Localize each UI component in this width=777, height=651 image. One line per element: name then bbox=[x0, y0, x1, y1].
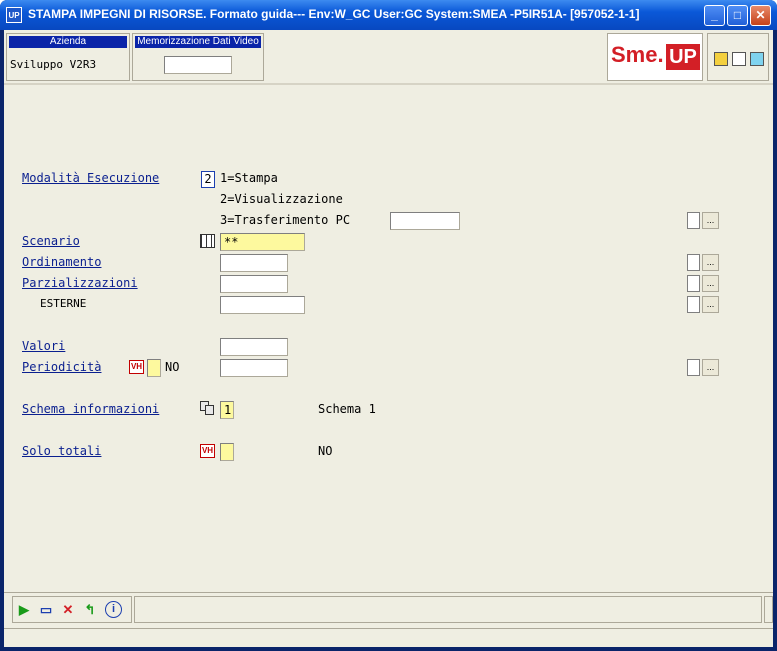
client-area bbox=[4, 30, 773, 647]
book-icon[interactable] bbox=[750, 52, 764, 66]
scenario-label[interactable]: Scenario bbox=[22, 234, 80, 248]
toolbar-icons bbox=[707, 33, 769, 81]
confirm-icon[interactable]: ▶ bbox=[15, 601, 33, 619]
esterne-checkbox[interactable] bbox=[687, 296, 700, 313]
ordinamento-label[interactable]: Ordinamento bbox=[22, 255, 101, 269]
azienda-label: Azienda bbox=[9, 36, 127, 48]
status-panel bbox=[134, 596, 762, 623]
parzializzazioni-checkbox[interactable] bbox=[687, 275, 700, 292]
esterne-label: ESTERNE bbox=[40, 297, 87, 310]
trasferimento-input[interactable] bbox=[390, 212, 460, 230]
grid-icon[interactable] bbox=[200, 234, 215, 248]
valori-label[interactable]: Valori bbox=[22, 339, 65, 353]
trasferimento-browse-button[interactable]: ... bbox=[702, 212, 719, 229]
maximize-button[interactable]: □ bbox=[727, 5, 748, 26]
edit-icon[interactable]: ▭ bbox=[37, 601, 55, 619]
copy-icon[interactable] bbox=[200, 401, 215, 415]
memo-input[interactable] bbox=[164, 56, 232, 74]
back-icon[interactable]: ↰ bbox=[81, 601, 99, 619]
ordinamento-input[interactable] bbox=[220, 254, 288, 272]
azienda-value: Sviluppo V2R3 bbox=[10, 58, 97, 71]
cancel-icon[interactable]: ✕ bbox=[59, 601, 77, 619]
periodicita-checkbox[interactable] bbox=[687, 359, 700, 376]
bottom-toolbar: ▶ ▭ ✕ ↰ i bbox=[4, 592, 773, 625]
action-buttons: ▶ ▭ ✕ ↰ i bbox=[12, 596, 132, 623]
header-divider bbox=[4, 83, 773, 85]
status-panel-small bbox=[764, 596, 773, 623]
ordinamento-browse-button[interactable]: ... bbox=[702, 254, 719, 271]
parzializzazioni-browse-button[interactable]: ... bbox=[702, 275, 719, 292]
option-trasferimento: 3=Trasferimento PC bbox=[220, 213, 351, 227]
schema-description: Schema 1 bbox=[318, 402, 376, 416]
memo-label: Memorizzazione Dati Video bbox=[135, 36, 261, 48]
valori-input[interactable] bbox=[220, 338, 288, 356]
schema-input[interactable]: 1 bbox=[220, 401, 234, 419]
solo-totali-flag[interactable] bbox=[220, 443, 234, 461]
ordinamento-checkbox[interactable] bbox=[687, 254, 700, 271]
scenario-input[interactable]: ** bbox=[220, 233, 305, 251]
vh-icon-2[interactable]: VH bbox=[200, 444, 215, 458]
parzializzazioni-input[interactable] bbox=[220, 275, 288, 293]
monitor-icon[interactable] bbox=[714, 52, 728, 66]
trasferimento-checkbox[interactable] bbox=[687, 212, 700, 229]
schema-label[interactable]: Schema informazioni bbox=[22, 402, 159, 416]
memo-panel: Memorizzazione Dati Video bbox=[132, 33, 264, 81]
close-button[interactable]: ✕ bbox=[750, 5, 771, 26]
document-icon[interactable] bbox=[732, 52, 746, 66]
periodicita-input[interactable] bbox=[220, 359, 288, 377]
solo-totali-text: NO bbox=[318, 444, 333, 458]
periodicita-flag[interactable] bbox=[147, 359, 161, 377]
option-stampa: 1=Stampa bbox=[220, 171, 278, 185]
solo-totali-label[interactable]: Solo totali bbox=[22, 444, 101, 458]
status-bar bbox=[4, 628, 773, 646]
minimize-button[interactable]: _ bbox=[704, 5, 725, 26]
parzializzazioni-label[interactable]: Parzializzazioni bbox=[22, 276, 138, 290]
logo-badge: UP bbox=[666, 44, 700, 70]
info-icon[interactable]: i bbox=[105, 601, 122, 618]
periodicita-flag-text: NO bbox=[165, 360, 180, 374]
azienda-panel: Azienda Sviluppo V2R3 bbox=[6, 33, 130, 81]
periodicita-label[interactable]: Periodicità bbox=[22, 360, 101, 374]
periodicita-browse-button[interactable]: ... bbox=[702, 359, 719, 376]
esterne-input[interactable] bbox=[220, 296, 305, 314]
modalita-input[interactable]: 2 bbox=[201, 171, 215, 188]
option-visualizzazione: 2=Visualizzazione bbox=[220, 192, 343, 206]
logo-text: Sme. bbox=[611, 42, 664, 67]
vh-icon[interactable]: VH bbox=[129, 360, 144, 374]
esterne-browse-button[interactable]: ... bbox=[702, 296, 719, 313]
window-title: STAMPA IMPEGNI DI RISORSE. Formato guida… bbox=[28, 7, 640, 21]
modalita-label[interactable]: Modalità Esecuzione bbox=[22, 171, 159, 185]
smeup-logo: Sme. UP bbox=[607, 33, 703, 81]
app-icon: UP bbox=[6, 7, 22, 23]
title-bar[interactable]: UP STAMPA IMPEGNI DI RISORSE. Formato gu… bbox=[0, 0, 777, 30]
